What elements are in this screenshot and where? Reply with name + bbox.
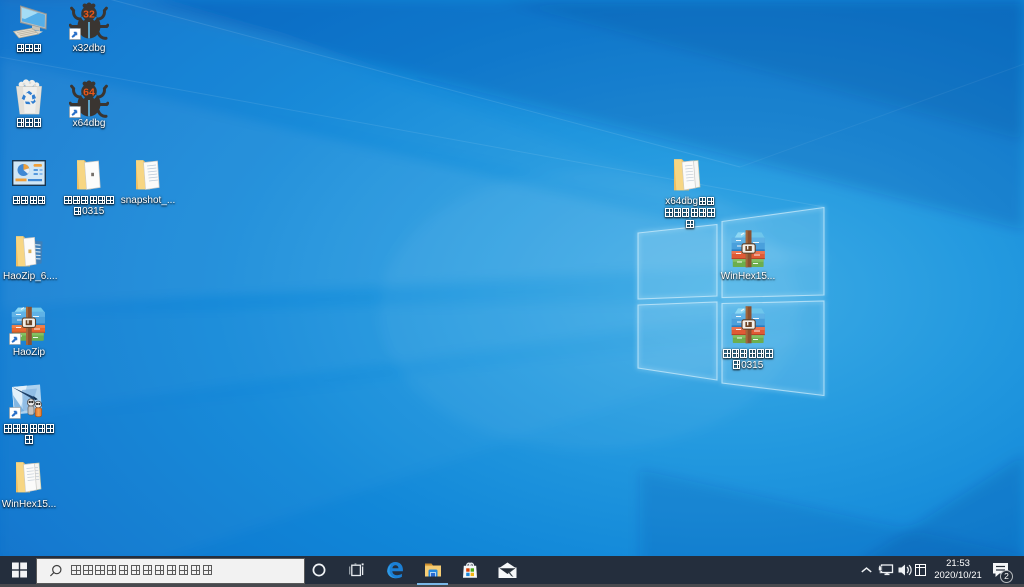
svg-text:32: 32 xyxy=(83,8,95,20)
svg-text:64: 64 xyxy=(83,86,95,98)
